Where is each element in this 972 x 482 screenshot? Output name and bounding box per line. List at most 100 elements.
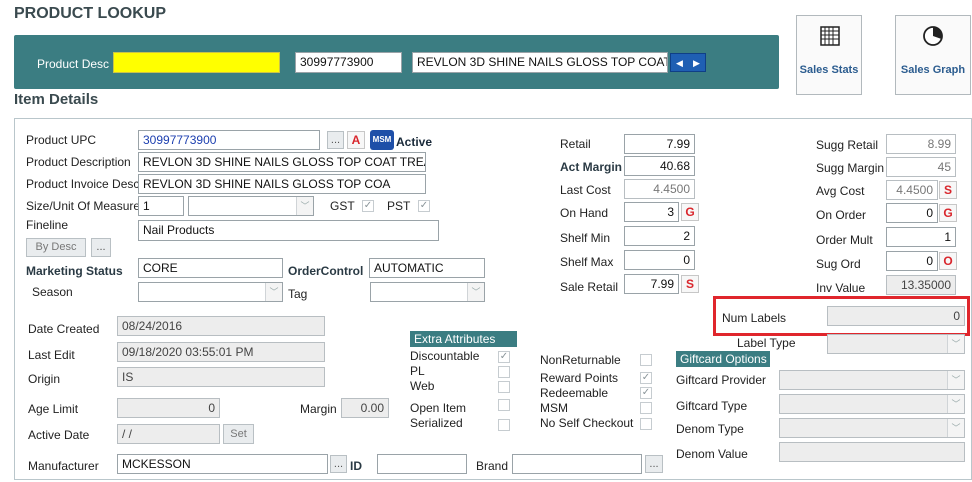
on-hand-g-button[interactable]: G xyxy=(681,203,699,221)
season-select[interactable]: ﹀ xyxy=(138,282,283,302)
chevron-down-icon: ﹀ xyxy=(947,335,964,353)
brand-lookup-button[interactable]: ... xyxy=(645,455,663,473)
sug-ord-label: Sug Ord xyxy=(816,257,861,271)
date-created-label: Date Created xyxy=(28,322,100,336)
nonreturnable-label: NonReturnable xyxy=(540,353,621,367)
product-upc-label: Product UPC xyxy=(26,133,97,147)
msm-label: MSM xyxy=(540,401,568,415)
sugg-margin-label: Sugg Margin xyxy=(816,161,885,175)
tag-label: Tag xyxy=(288,287,308,301)
denom-type-select[interactable]: ﹀ xyxy=(779,418,965,438)
uom-select[interactable]: ﹀ xyxy=(188,196,314,216)
sale-retail-input[interactable]: 7.99 xyxy=(624,274,679,294)
sales-stats-label: Sales Stats xyxy=(799,64,859,76)
brand-label: Brand xyxy=(476,459,509,473)
giftcard-type-label: Giftcard Type xyxy=(676,399,748,413)
chevron-down-icon: ﹀ xyxy=(296,197,313,215)
no-self-checkout-checkbox[interactable] xyxy=(640,418,652,430)
label-type-select[interactable]: ﹀ xyxy=(827,334,965,354)
sales-stats-button[interactable]: Sales Stats xyxy=(796,15,862,95)
act-margin-input[interactable]: 40.68 xyxy=(624,156,695,176)
pl-checkbox[interactable] xyxy=(498,366,510,378)
avg-cost-field: 4.4500 xyxy=(886,180,938,200)
on-order-g-button[interactable]: G xyxy=(939,204,957,222)
open-item-checkbox[interactable] xyxy=(498,399,510,411)
size-input[interactable]: 1 xyxy=(138,196,184,216)
on-hand-input[interactable]: 3 xyxy=(624,202,679,222)
record-nav: ◀ ▶ xyxy=(670,53,706,72)
product-desc-input[interactable] xyxy=(113,52,280,73)
giftcard-provider-select[interactable]: ﹀ xyxy=(779,370,965,390)
marketing-status-input[interactable]: CORE xyxy=(138,258,283,278)
product-description-input[interactable]: REVLON 3D SHINE NAILS GLOSS TOP COAT TRE… xyxy=(138,152,426,172)
giftcard-type-select[interactable]: ﹀ xyxy=(779,394,965,414)
discountable-checkbox[interactable]: ✓ xyxy=(498,351,510,363)
redeemable-checkbox[interactable]: ✓ xyxy=(640,387,652,399)
msm-checkbox[interactable] xyxy=(640,402,652,414)
manufacturer-lookup-button[interactable]: ... xyxy=(330,455,347,473)
a-button[interactable]: A xyxy=(347,131,365,149)
order-control-label: OrderControl xyxy=(288,264,364,278)
manufacturer-label: Manufacturer xyxy=(28,459,99,473)
order-mult-input[interactable]: 1 xyxy=(886,227,956,247)
active-date-field[interactable]: / / xyxy=(117,424,220,444)
shelf-min-input[interactable]: 2 xyxy=(624,226,695,246)
shelf-min-label: Shelf Min xyxy=(560,231,611,245)
extra-attributes-header: Extra Attributes xyxy=(410,331,517,347)
chevron-down-icon: ﹀ xyxy=(947,419,964,437)
sale-retail-s-button[interactable]: S xyxy=(681,275,699,293)
invoice-desc-input[interactable]: REVLON 3D SHINE NAILS GLOSS TOP COA xyxy=(138,174,426,194)
label-type-label: Label Type xyxy=(737,336,796,350)
sug-ord-field[interactable]: 0 xyxy=(886,251,938,271)
age-limit-label: Age Limit xyxy=(28,402,79,416)
upc-search-field[interactable]: 30997773900 xyxy=(295,52,402,73)
sug-ord-o-button[interactable]: O xyxy=(939,252,957,270)
web-checkbox[interactable] xyxy=(498,381,510,393)
pl-label: PL xyxy=(410,364,425,378)
prev-record-icon[interactable]: ◀ xyxy=(676,58,683,69)
msm-badge-icon: MSM xyxy=(370,130,394,150)
chevron-down-icon: ﹀ xyxy=(947,395,964,413)
manufacturer-input[interactable]: MCKESSON xyxy=(117,454,328,474)
avg-cost-label: Avg Cost xyxy=(816,184,865,198)
no-self-checkout-label: No Self Checkout xyxy=(540,416,634,430)
pie-chart-icon xyxy=(923,26,943,46)
sugg-retail-field: 8.99 xyxy=(886,134,956,154)
shelf-max-label: Shelf Max xyxy=(560,255,614,269)
redeemable-label: Redeemable xyxy=(540,386,609,400)
on-order-field[interactable]: 0 xyxy=(886,203,938,223)
pst-checkbox[interactable]: ✓ xyxy=(418,200,430,212)
age-limit-field[interactable]: 0 xyxy=(117,398,220,418)
upc-lookup-button[interactable]: ... xyxy=(327,131,344,149)
product-upc-input[interactable]: 30997773900 xyxy=(138,130,320,150)
serialized-checkbox[interactable] xyxy=(498,419,510,431)
gst-checkbox[interactable]: ✓ xyxy=(362,200,374,212)
sales-graph-button[interactable]: Sales Graph xyxy=(895,15,971,95)
order-control-input[interactable]: AUTOMATIC xyxy=(369,258,485,278)
product-name-field[interactable]: REVLON 3D SHINE NAILS GLOSS TOP COAT T xyxy=(412,52,668,73)
order-mult-label: Order Mult xyxy=(816,233,873,247)
reward-points-checkbox[interactable]: ✓ xyxy=(640,372,652,384)
set-date-button[interactable]: Set xyxy=(223,424,254,444)
fineline-label: Fineline xyxy=(26,218,69,232)
last-edit-field: 09/18/2020 03:55:01 PM xyxy=(117,342,325,362)
tag-select[interactable]: ﹀ xyxy=(370,282,485,302)
denom-value-field[interactable] xyxy=(779,442,965,462)
fineline-input[interactable]: Nail Products xyxy=(138,220,439,241)
avg-cost-s-button[interactable]: S xyxy=(939,181,957,199)
shelf-max-input[interactable]: 0 xyxy=(624,250,695,270)
retail-input[interactable]: 7.99 xyxy=(624,134,695,154)
brand-input[interactable] xyxy=(512,454,642,474)
origin-field: IS xyxy=(117,367,325,387)
nonreturnable-checkbox[interactable] xyxy=(640,354,652,366)
giftcard-provider-label: Giftcard Provider xyxy=(676,373,767,387)
num-labels-field[interactable]: 0 xyxy=(827,306,965,326)
sale-retail-label: Sale Retail xyxy=(560,280,619,294)
page-title: PRODUCT LOOKUP xyxy=(14,5,166,22)
next-record-icon[interactable]: ▶ xyxy=(693,58,700,69)
id-input[interactable] xyxy=(377,454,467,474)
by-desc-button[interactable]: By Desc xyxy=(26,238,86,257)
product-desc-label: Product Desc xyxy=(37,57,110,71)
season-label: Season xyxy=(32,285,73,299)
fineline-lookup-button[interactable]: ... xyxy=(91,238,111,257)
